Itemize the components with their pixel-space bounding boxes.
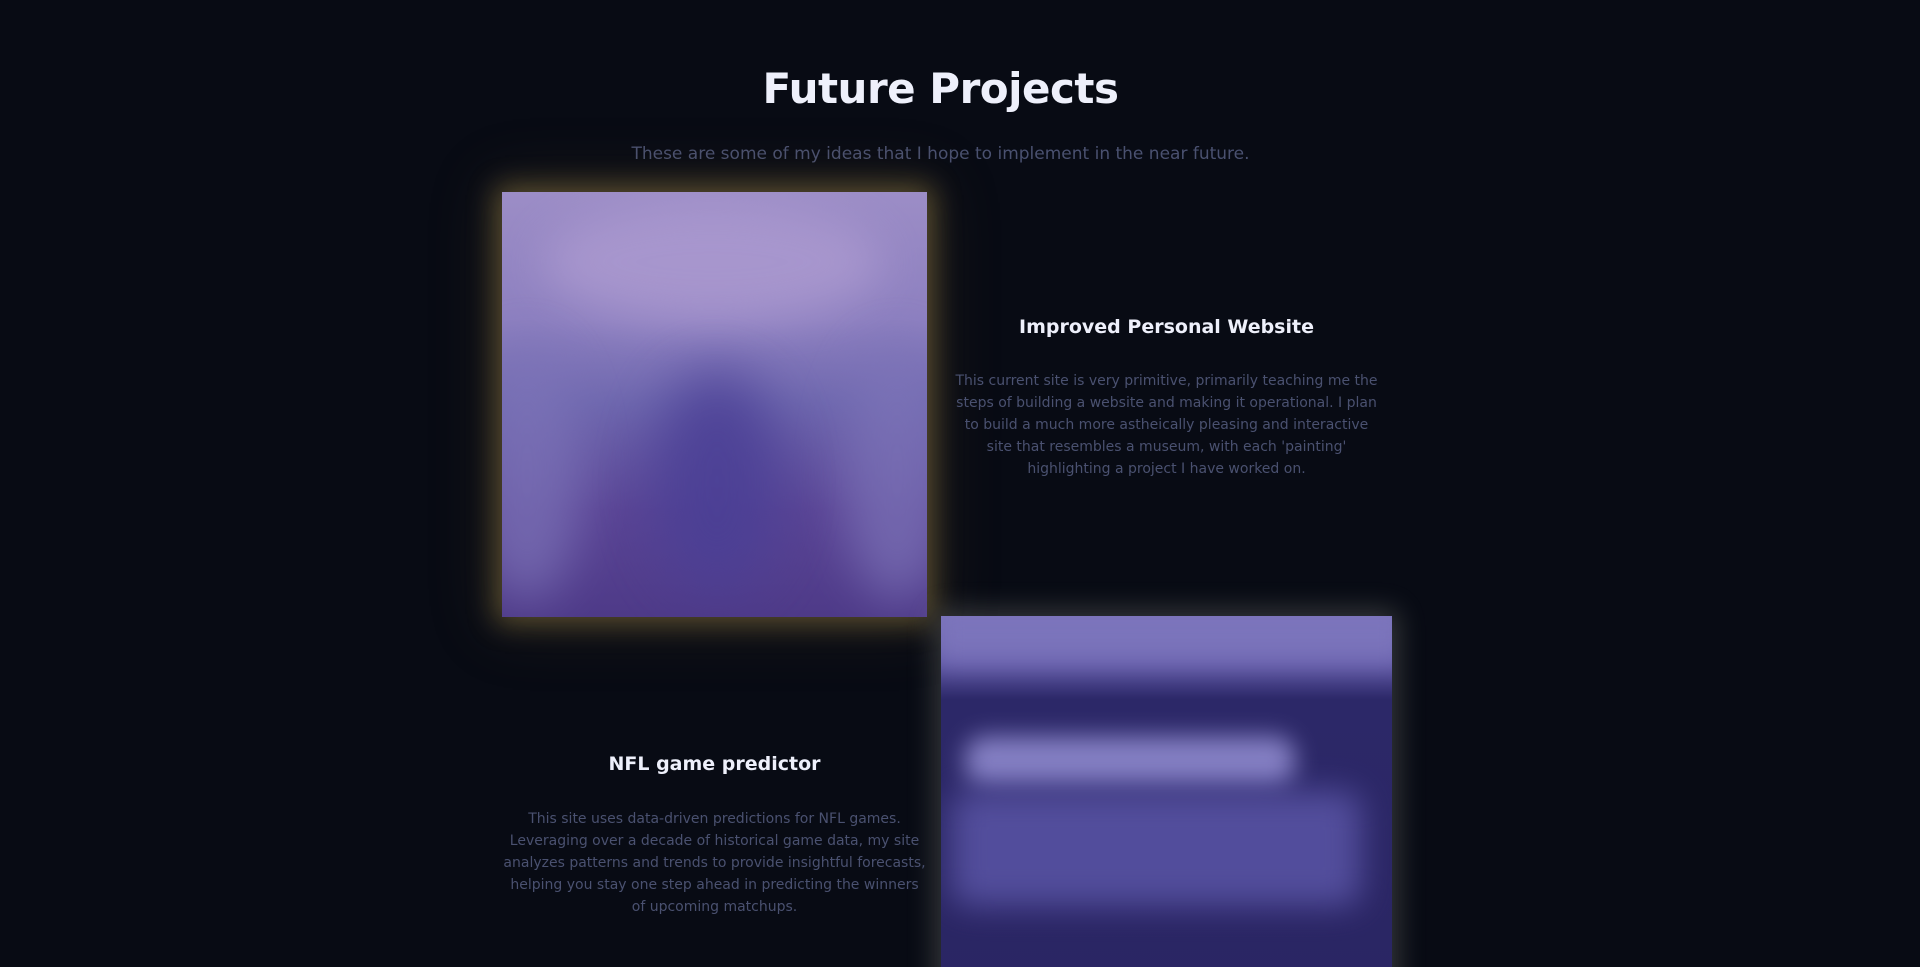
image-blur-highlight bbox=[542, 202, 882, 322]
project-title-nfl-predictor: NFL game predictor bbox=[608, 753, 821, 775]
section-title: Future Projects bbox=[762, 64, 1119, 113]
future-projects-page: Future Projects These are some of my ide… bbox=[0, 0, 1920, 967]
section-subtitle: These are some of my ideas that I hope t… bbox=[631, 144, 1250, 164]
project-description-nfl-predictor: This site uses data-driven predictions f… bbox=[503, 811, 926, 915]
image-blur-left-column bbox=[502, 342, 582, 602]
project-description-personal-website: This current site is very primitive, pri… bbox=[955, 373, 1378, 477]
image-blur-right-column bbox=[842, 342, 927, 602]
project-image-nfl-predictor[interactable] bbox=[941, 616, 1392, 967]
image-blur-center bbox=[652, 372, 782, 592]
image-blur-header-bar bbox=[941, 616, 1392, 666]
image-blur-content-panel bbox=[951, 791, 1361, 906]
project-image-personal-website[interactable] bbox=[502, 192, 927, 617]
image-blur-panel bbox=[965, 736, 1295, 786]
project-title-personal-website: Improved Personal Website bbox=[1019, 316, 1314, 338]
